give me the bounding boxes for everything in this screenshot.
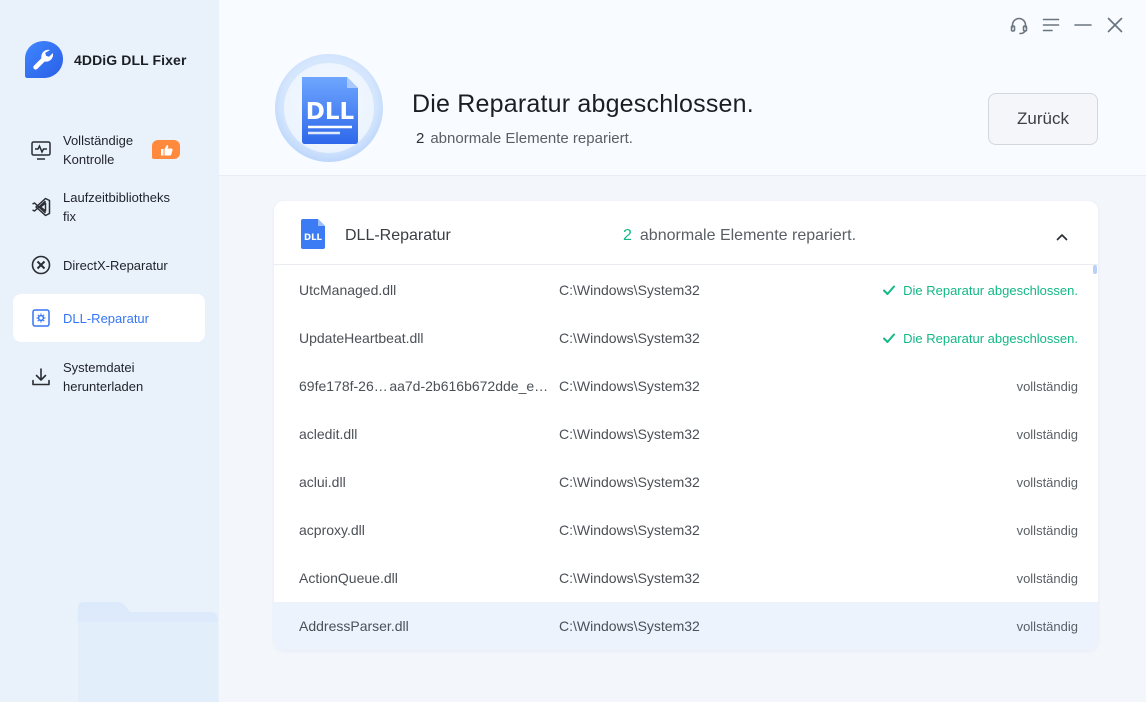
file-name: UpdateHeartbeat.dll <box>299 330 424 346</box>
file-path: C:\Windows\System32 <box>559 426 700 442</box>
brand: 4DDiG DLL Fixer <box>24 40 187 80</box>
card-repaired-count: 2 <box>623 227 632 244</box>
status-text: vollständig <box>1016 474 1078 490</box>
dll-list: UtcManaged.dll C:\Windows\System32 Die R… <box>274 266 1098 650</box>
status-text: Die Reparatur abgeschlossen. <box>903 330 1078 346</box>
chevron-up-icon <box>1056 234 1068 241</box>
app-logo-icon <box>25 41 63 78</box>
page-title: Die Reparatur abgeschlossen. <box>412 90 754 118</box>
status-text: Die Reparatur abgeschlossen. <box>903 282 1078 298</box>
visual-studio-icon <box>32 197 51 217</box>
dll-file-icon: DLL <box>301 219 325 249</box>
support-headset-icon <box>1010 17 1028 35</box>
file-name: 69fe178f-26e7-43a9- aa7d-2b616b672dde_ev… <box>299 362 549 410</box>
check-icon <box>883 333 896 343</box>
result-header: DLL Die Reparatur abgeschlossen. 2 abnorm… <box>219 0 1146 176</box>
table-row[interactable]: ActionQueue.dll C:\Windows\System32 voll… <box>274 554 1098 602</box>
support-button[interactable] <box>1008 14 1030 36</box>
svg-text:DLL: DLL <box>306 99 355 125</box>
file-path: C:\Windows\System32 <box>559 570 700 586</box>
directx-icon <box>31 255 51 275</box>
status-text: vollständig <box>1016 618 1078 634</box>
window-controls <box>998 14 1126 36</box>
folder-illustration <box>78 602 218 702</box>
sidebar-item-runtime-fix[interactable]: Laufzeitbibliotheks fix <box>13 178 205 236</box>
sidebar-item-system-file-download[interactable]: Systemdatei herunterladen <box>13 342 205 412</box>
card-summary: 2 abnormale Elemente repariert. <box>623 227 856 245</box>
app-name: 4DDiG DLL Fixer <box>74 52 187 68</box>
file-name: acledit.dll <box>299 426 358 442</box>
table-row[interactable]: UtcManaged.dll C:\Windows\System32 Die R… <box>274 266 1098 314</box>
table-row[interactable]: acledit.dll C:\Windows\System32 vollstän… <box>274 410 1098 458</box>
file-path: C:\Windows\System32 <box>559 618 700 634</box>
status-text: vollständig <box>1016 570 1078 586</box>
download-icon <box>32 368 50 386</box>
sidebar-item-dll-repair[interactable]: DLL-Reparatur <box>13 294 205 342</box>
menu-button[interactable] <box>1040 14 1062 36</box>
sidebar-item-label: Systemdatei herunterladen <box>63 360 144 394</box>
file-name: ActionQueue.dll <box>299 570 398 586</box>
sidebar-item-full-control[interactable]: Vollständige Kontrolle <box>13 122 205 178</box>
badge <box>152 140 180 159</box>
status-text: vollständig <box>1016 426 1078 442</box>
list-scrollbar[interactable] <box>1093 265 1097 274</box>
back-button[interactable]: Zurück <box>988 93 1098 145</box>
file-name-line2: aa7d-2b616b672dde_eventlogservi... <box>389 377 549 394</box>
dll-gear-icon <box>32 309 50 327</box>
close-icon <box>1107 17 1123 33</box>
repaired-count: 2 <box>416 130 425 147</box>
file-name-line1: 69fe178f-26e7-43a9- <box>299 377 390 394</box>
page-subtitle: 2 abnormale Elemente repariert. <box>416 130 633 147</box>
table-row[interactable]: AddressParser.dll C:\Windows\System32 vo… <box>274 602 1098 650</box>
svg-text:DLL: DLL <box>304 233 322 243</box>
sidebar-nav: Vollständige Kontrolle Laufzeitbibliothe… <box>13 122 205 412</box>
table-row[interactable]: UpdateHeartbeat.dll C:\Windows\System32 … <box>274 314 1098 362</box>
minimize-button[interactable] <box>1072 14 1094 36</box>
table-row[interactable]: aclui.dll C:\Windows\System32 vollständi… <box>274 458 1098 506</box>
dll-file-icon: DLL <box>275 54 383 162</box>
status-text: vollständig <box>1016 378 1078 394</box>
table-row[interactable]: 69fe178f-26e7-43a9- aa7d-2b616b672dde_ev… <box>274 362 1098 410</box>
menu-icon <box>1042 18 1060 32</box>
file-name: aclui.dll <box>299 474 346 490</box>
card-summary-text: abnormale Elemente repariert. <box>639 227 857 244</box>
file-path: C:\Windows\System32 <box>559 282 700 298</box>
file-path: C:\Windows\System32 <box>559 522 700 538</box>
dll-repair-card: DLL DLL-Reparatur 2 abnormale Elemente re… <box>274 201 1098 650</box>
sidebar-item-label: DLL-Reparatur <box>63 310 149 326</box>
status-repaired: Die Reparatur abgeschlossen. <box>882 266 1078 314</box>
file-path: C:\Windows\System32 <box>559 474 700 490</box>
file-name: AddressParser.dll <box>299 618 409 634</box>
file-name: UtcManaged.dll <box>299 282 397 298</box>
sidebar-item-label: Laufzeitbibliotheks fix <box>63 190 170 224</box>
card-title: DLL-Reparatur <box>345 227 451 244</box>
repaired-text: abnormale Elemente repariert. <box>430 130 633 147</box>
sidebar-item-directx[interactable]: DirectX-Reparatur <box>13 236 205 294</box>
status-repaired: Die Reparatur abgeschlossen. <box>882 314 1078 362</box>
collapse-button[interactable] <box>1053 228 1071 246</box>
file-path: C:\Windows\System32 <box>559 378 700 394</box>
file-name: acproxy.dll <box>299 522 365 538</box>
thumbs-up-icon <box>160 144 173 155</box>
file-path: C:\Windows\System32 <box>559 330 700 346</box>
sidebar: 4DDiG DLL Fixer Vollständige Kontrolle L <box>0 0 219 702</box>
minimize-icon <box>1074 24 1092 26</box>
check-icon <box>883 285 896 295</box>
card-header[interactable]: DLL DLL-Reparatur 2 abnormale Elemente re… <box>274 201 1098 265</box>
status-text: vollständig <box>1016 522 1078 538</box>
close-button[interactable] <box>1104 14 1126 36</box>
monitor-pulse-icon <box>31 141 51 160</box>
sidebar-item-label: DirectX-Reparatur <box>63 257 168 273</box>
table-row[interactable]: acproxy.dll C:\Windows\System32 vollstän… <box>274 506 1098 554</box>
